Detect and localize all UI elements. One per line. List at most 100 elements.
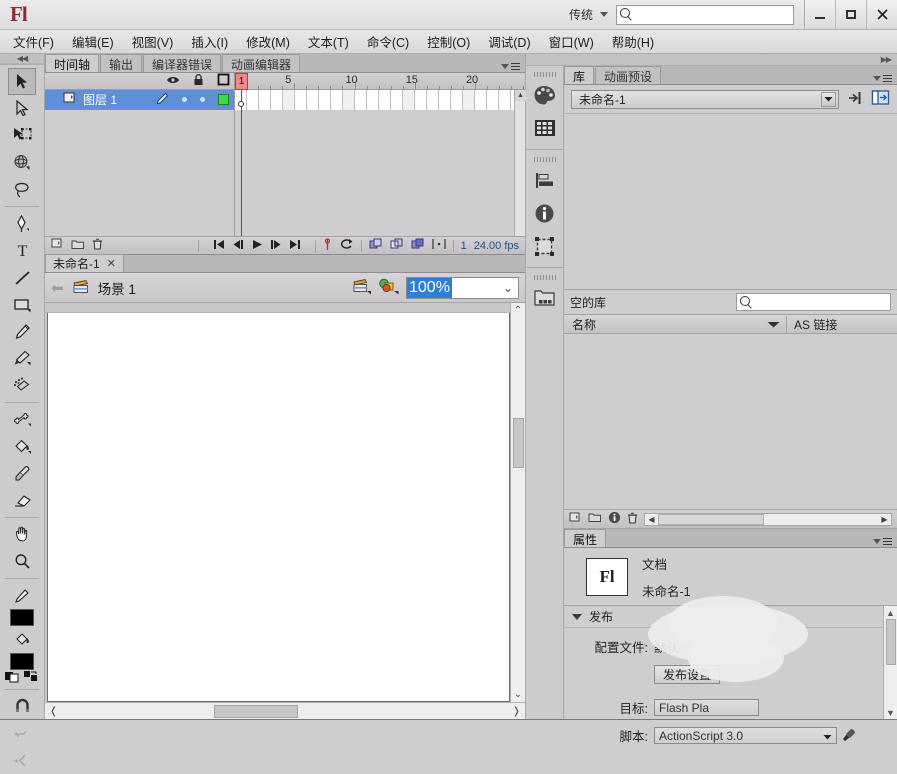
line-tool[interactable]: [8, 264, 36, 291]
stage-vertical-scrollbar[interactable]: ⌃ ⌄: [510, 303, 525, 702]
transform-panel-icon[interactable]: [530, 231, 560, 261]
close-icon[interactable]: ✕: [107, 257, 116, 270]
timeline-panel-menu-button[interactable]: [501, 63, 520, 70]
frame-ruler[interactable]: 151015202530: [235, 73, 525, 90]
scroll-right-arrow[interactable]: ❭: [508, 706, 525, 717]
pen-tool[interactable]: [8, 210, 36, 237]
edit-multiple-frames-icon[interactable]: [411, 238, 425, 253]
black-and-white-icon[interactable]: [5, 670, 20, 686]
eyedropper-tool[interactable]: [8, 460, 36, 487]
properties-panel-menu-button[interactable]: [873, 538, 892, 545]
edit-symbols-icon[interactable]: [378, 278, 400, 298]
scroll-down-arrow[interactable]: ▼: [886, 706, 895, 719]
last-frame-button[interactable]: [289, 239, 301, 253]
library-scroll-thumb[interactable]: [658, 513, 764, 525]
play-button[interactable]: [251, 239, 263, 253]
scroll-down-arrow[interactable]: ⌄: [514, 687, 522, 702]
edit-scene-icon[interactable]: [352, 278, 372, 298]
scroll-left-arrow[interactable]: ❬: [45, 706, 62, 717]
tab-motion-editor[interactable]: 动画编辑器: [222, 54, 301, 72]
new-symbol-icon[interactable]: [569, 512, 582, 527]
menu-debug[interactable]: 调试(D): [479, 29, 539, 54]
loop-icon[interactable]: [339, 238, 354, 253]
menu-help[interactable]: 帮助(H): [603, 29, 663, 54]
tab-properties[interactable]: 属性: [564, 529, 607, 547]
scroll-up-arrow[interactable]: ▲: [886, 606, 895, 619]
spray-brush-tool[interactable]: [8, 372, 36, 399]
tab-compiler-errors[interactable]: 编译器错误: [143, 54, 222, 72]
scroll-up-arrow[interactable]: ▲: [515, 90, 526, 101]
horizontal-scroll-thumb[interactable]: [213, 704, 299, 718]
dock-grip[interactable]: [533, 72, 556, 77]
straighten-icon[interactable]: [8, 747, 36, 774]
document-tab[interactable]: 未命名-1 ✕: [45, 254, 124, 272]
menu-control[interactable]: 控制(O): [418, 29, 479, 54]
center-frame-icon[interactable]: [369, 238, 383, 253]
layer-row[interactable]: 图层 1: [45, 90, 234, 110]
publish-section-header[interactable]: 发布: [564, 606, 883, 628]
publish-settings-button[interactable]: 发布设置: [654, 665, 721, 684]
column-header-as-linkage[interactable]: AS 链接: [787, 316, 897, 333]
help-search-input[interactable]: [616, 4, 794, 25]
onion-outline-icon[interactable]: [390, 238, 404, 253]
scene-name-label[interactable]: 场景 1: [98, 278, 136, 298]
text-tool[interactable]: T: [8, 237, 36, 264]
color-panel-icon[interactable]: [530, 80, 560, 110]
outline-icon[interactable]: [217, 73, 230, 89]
prev-frame-button[interactable]: [232, 239, 244, 253]
snap-to-objects-icon[interactable]: [8, 693, 36, 720]
first-frame-button[interactable]: [213, 239, 225, 253]
menu-modify[interactable]: 修改(M): [237, 29, 299, 54]
properties-vertical-scrollbar[interactable]: ▲ ▼: [883, 606, 897, 719]
properties-scroll-thumb[interactable]: [885, 619, 896, 665]
library-scroll-track[interactable]: [658, 513, 878, 525]
menu-file[interactable]: 文件(F): [4, 29, 63, 54]
lock-icon[interactable]: [193, 73, 204, 89]
tab-motion-presets[interactable]: 动画预设: [595, 66, 662, 84]
eye-icon[interactable]: [166, 74, 180, 88]
menu-text[interactable]: 文本(T): [299, 29, 358, 54]
tab-timeline[interactable]: 时间轴: [45, 54, 100, 72]
scroll-up-arrow[interactable]: ⌃: [514, 303, 522, 318]
scroll-right-arrow[interactable]: ▶: [878, 515, 891, 524]
selection-tool[interactable]: [8, 68, 36, 95]
minimize-button[interactable]: [804, 0, 835, 29]
profile-value[interactable]: 默认: [654, 637, 679, 656]
swatches-panel-icon[interactable]: [530, 113, 560, 143]
layer-lock-toggle[interactable]: [200, 97, 205, 102]
3d-rotation-tool[interactable]: [8, 149, 36, 176]
sort-descending-icon[interactable]: [767, 317, 780, 331]
new-folder-icon[interactable]: [71, 239, 85, 253]
frames-grid[interactable]: [235, 90, 525, 236]
project-panel-icon[interactable]: [530, 283, 560, 313]
horizontal-scroll-track[interactable]: [62, 704, 508, 718]
library-horizontal-scrollbar[interactable]: ◀ ▶: [644, 512, 892, 526]
fill-color-swatch[interactable]: [10, 653, 34, 670]
subselection-tool[interactable]: [8, 95, 36, 122]
onion-skin-icon[interactable]: [323, 237, 332, 254]
tab-library[interactable]: 库: [564, 66, 595, 84]
layer-outline-color-swatch[interactable]: [218, 94, 229, 105]
vertical-scroll-thumb[interactable]: [512, 418, 524, 468]
layer-visible-toggle[interactable]: [182, 97, 187, 102]
dock-grip-2[interactable]: [533, 157, 556, 162]
chevron-down-icon[interactable]: ⌄: [503, 281, 513, 295]
new-library-panel-icon[interactable]: [871, 89, 890, 109]
align-panel-icon[interactable]: [530, 165, 560, 195]
back-arrow-icon[interactable]: ⬅: [51, 279, 64, 297]
tools-collapse-button[interactable]: ◀◀: [0, 54, 44, 64]
pencil-tool[interactable]: [8, 318, 36, 345]
info-panel-icon[interactable]: [530, 198, 560, 228]
tab-output[interactable]: 输出: [100, 54, 143, 72]
delete-layer-icon[interactable]: [92, 238, 103, 253]
fps-indicator[interactable]: 24.00 fps: [474, 240, 519, 252]
new-layer-icon[interactable]: [51, 238, 64, 253]
right-dock-collapse-button[interactable]: ▶▶: [526, 54, 897, 66]
library-document-select[interactable]: 未命名-1: [571, 89, 839, 109]
dock-grip-3[interactable]: [533, 275, 556, 280]
menu-window[interactable]: 窗口(W): [540, 29, 603, 54]
menu-commands[interactable]: 命令(C): [358, 29, 418, 54]
edit-script-settings-icon[interactable]: [842, 728, 856, 744]
lasso-tool[interactable]: [8, 176, 36, 203]
modify-markers-icon[interactable]: [432, 238, 446, 253]
